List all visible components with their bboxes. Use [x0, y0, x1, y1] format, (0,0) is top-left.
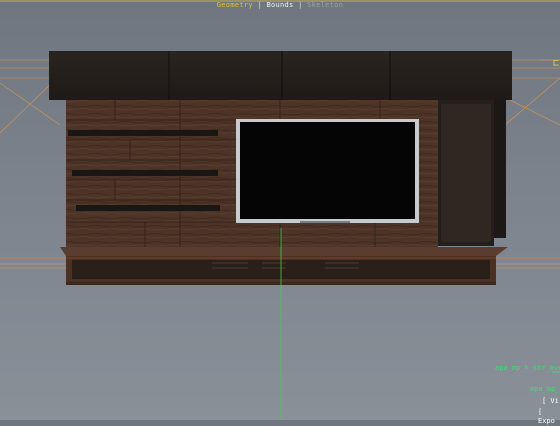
object-name-short-label[interactable]: apa_mp_ — [530, 385, 560, 394]
display-mode-bar: Geometry | Bounds | Skeleton — [0, 1, 560, 10]
object-name-label[interactable]: apa_mp_h_str_avu — [495, 364, 560, 373]
tv-wall-unit[interactable] — [49, 51, 512, 285]
right-cabinet-door — [441, 104, 491, 242]
view-button[interactable]: [ Vi — [542, 397, 559, 406]
tv-base — [300, 221, 350, 223]
console-top — [60, 247, 508, 256]
pivot-marker-icon: ⊏ — [553, 58, 560, 69]
tv-screen — [240, 122, 415, 219]
separator: | — [298, 1, 303, 9]
3d-viewport[interactable] — [0, 0, 560, 420]
top-cabinet — [49, 51, 512, 100]
geometry-toggle[interactable]: Geometry — [217, 1, 253, 9]
skeleton-toggle[interactable]: Skeleton — [307, 1, 343, 9]
right-cabinet-side — [494, 100, 506, 238]
export-button[interactable]: [ Expo — [538, 408, 560, 426]
bounds-toggle[interactable]: Bounds — [266, 1, 293, 9]
separator: | — [257, 1, 262, 9]
